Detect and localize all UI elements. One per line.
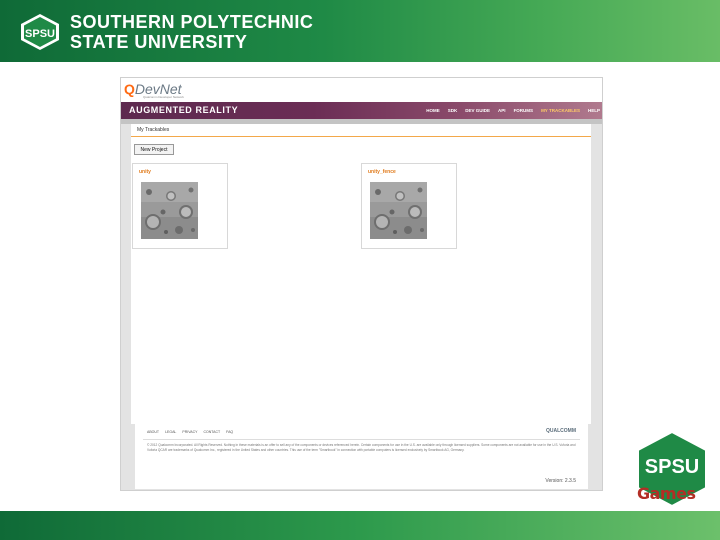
site-footer: ABOUT LEGAL PRIVACY CONTACT FAQ QUALCOMM… — [135, 423, 588, 489]
nav-section-title: AUGMENTED REALITY — [129, 105, 239, 115]
university-name-line2: STATE UNIVERSITY — [70, 32, 248, 52]
qdevnet-q: Q — [124, 81, 135, 97]
slide: SPSU SOUTHERN POLYTECHNIC STATE UNIVERSI… — [0, 0, 720, 540]
main-content: My Trackables New Project unity unity_fe… — [131, 124, 591, 424]
university-name-line1: SOUTHERN POLYTECHNIC — [70, 12, 314, 32]
moon-texture-thumbnail[interactable] — [370, 182, 427, 239]
nav-home[interactable]: HOME — [426, 108, 440, 113]
qdevnet-tagline: Qualcomm Developer Network — [143, 95, 184, 99]
footer-legal-text: © 2012 Qualcomm Incorporated. All Rights… — [147, 443, 576, 452]
footer-links: ABOUT LEGAL PRIVACY CONTACT FAQ — [147, 430, 233, 434]
footer-link-legal[interactable]: LEGAL — [165, 430, 176, 434]
project-card[interactable]: unity_fence — [361, 163, 457, 249]
divider — [131, 136, 591, 137]
footer-banner — [0, 511, 720, 540]
nav-dev-guide[interactable]: DEV GUIDE — [465, 108, 490, 113]
nav-help[interactable]: HELP — [588, 108, 600, 113]
new-project-button[interactable]: New Project — [134, 144, 174, 155]
main-nav: AUGMENTED REALITY HOME SDK DEV GUIDE API… — [121, 102, 602, 119]
footer-link-privacy[interactable]: PRIVACY — [182, 430, 197, 434]
footer-divider — [143, 439, 580, 440]
project-title[interactable]: unity_fence — [368, 169, 396, 175]
footer-link-about[interactable]: ABOUT — [147, 430, 159, 434]
nav-forums[interactable]: FORUMS — [514, 108, 534, 113]
version-label: Version: 2.3.5 — [545, 478, 576, 484]
breadcrumb: My Trackables — [137, 127, 170, 133]
nav-my-trackables[interactable]: MY TRACKABLES — [541, 108, 580, 113]
project-title[interactable]: unity — [139, 169, 151, 175]
qualcomm-logo[interactable]: QUALCOMM — [546, 428, 576, 434]
banner-logo-text: SPSU — [25, 28, 55, 40]
games-logo-spsu: SPSU — [645, 456, 699, 478]
nav-links: HOME SDK DEV GUIDE API FORUMS MY TRACKAB… — [426, 102, 600, 119]
nav-sdk[interactable]: SDK — [448, 108, 458, 113]
spsu-shield-logo: SPSU — [21, 14, 59, 50]
header-banner: SPSU SOUTHERN POLYTECHNIC STATE UNIVERSI… — [0, 0, 720, 62]
moon-texture-thumbnail[interactable] — [141, 182, 198, 239]
web-screenshot: QDevNet Qualcomm Developer Network AUGME… — [120, 77, 603, 491]
project-card[interactable]: unity — [132, 163, 228, 249]
games-logo-games: Games — [637, 484, 696, 503]
footer-link-faq[interactable]: FAQ — [226, 430, 233, 434]
site-header: QDevNet Qualcomm Developer Network — [121, 78, 602, 102]
footer-link-contact[interactable]: CONTACT — [203, 430, 220, 434]
nav-api[interactable]: API — [498, 108, 506, 113]
